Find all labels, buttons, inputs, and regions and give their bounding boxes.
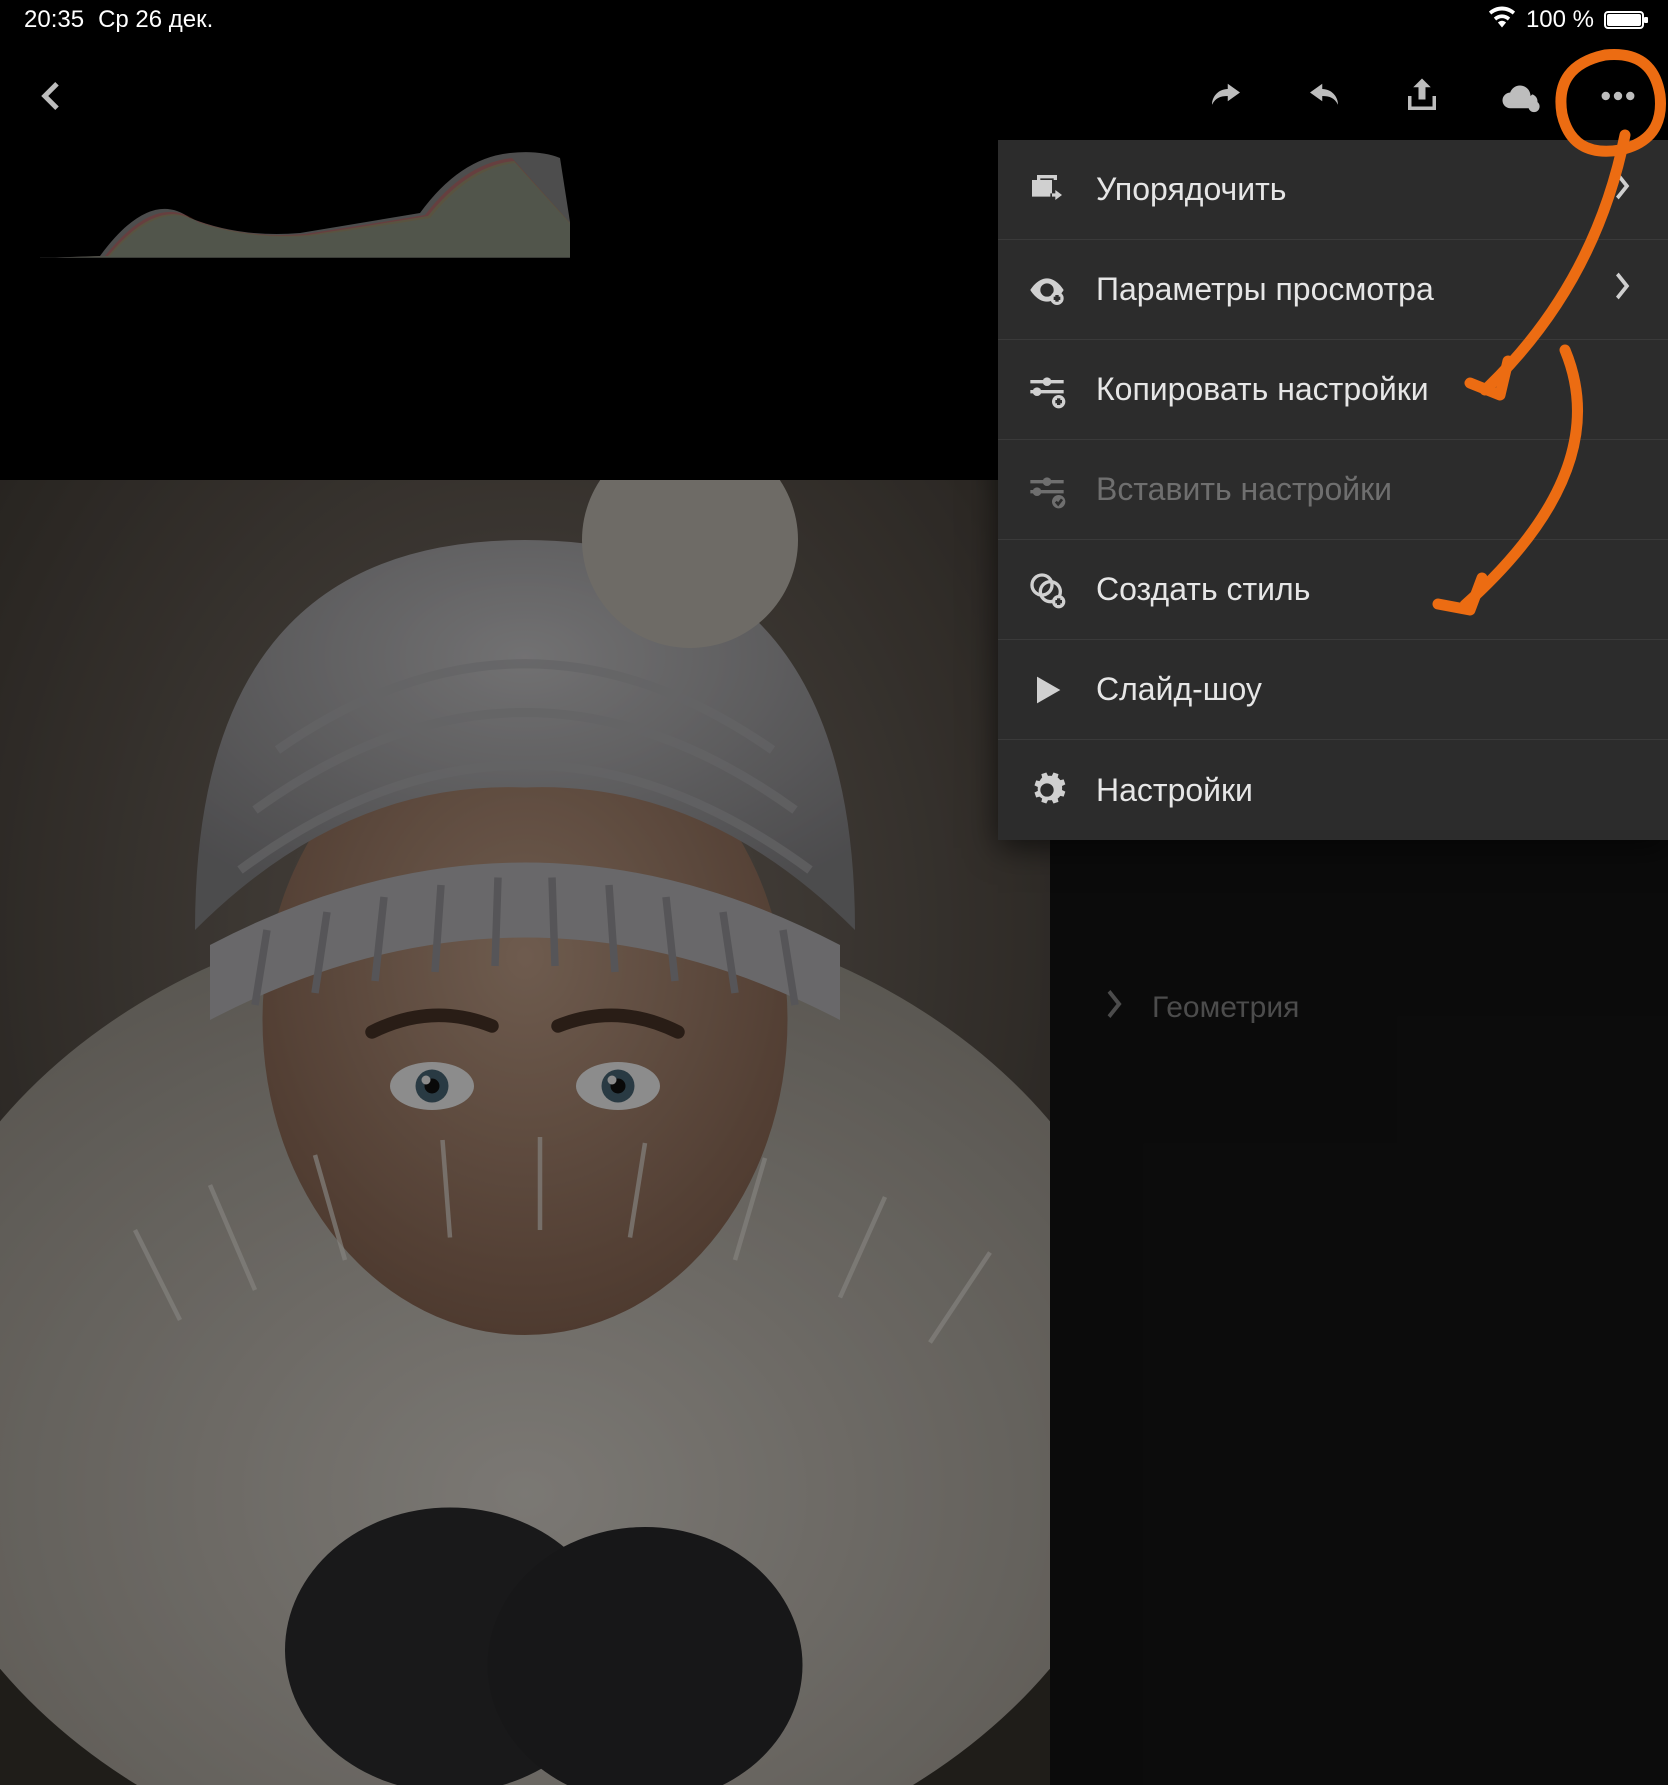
battery-percent: 100 % — [1526, 6, 1594, 34]
menu-item-label: Слайд-шоу — [1096, 671, 1632, 708]
share-button[interactable] — [1396, 70, 1448, 122]
menu-item-label: Параметры просмотра — [1096, 271, 1616, 308]
menu-item-settings[interactable]: Настройки — [998, 740, 1668, 840]
view-options-icon — [1026, 269, 1068, 311]
menu-item-label: Копировать настройки — [1096, 371, 1632, 408]
status-time: 20:35 — [24, 6, 84, 34]
panel-section-geometry[interactable]: Геометрия — [1050, 960, 1668, 1056]
more-button[interactable] — [1592, 70, 1644, 122]
menu-item-label: Упорядочить — [1096, 171, 1616, 208]
app-toolbar — [0, 56, 1668, 136]
create-preset-icon — [1026, 569, 1068, 611]
menu-item-create-preset[interactable]: Создать стиль — [998, 540, 1668, 640]
sliders-copy-icon — [1026, 369, 1068, 411]
panel-section-label: Геометрия — [1152, 991, 1299, 1025]
more-dropdown: Упорядочить Параметры просмотра Копирова… — [998, 140, 1668, 840]
play-icon — [1026, 669, 1068, 711]
chevron-right-icon — [1106, 990, 1126, 1026]
gear-icon — [1026, 769, 1068, 811]
battery-icon — [1604, 11, 1644, 29]
menu-item-label: Создать стиль — [1096, 571, 1632, 608]
menu-item-label: Настройки — [1096, 772, 1632, 809]
undo-button[interactable] — [1298, 70, 1350, 122]
photo-preview[interactable] — [0, 480, 1050, 1785]
menu-item-paste-settings: Вставить настройки — [998, 440, 1668, 540]
wifi-icon — [1488, 6, 1516, 35]
redo-button[interactable] — [1200, 70, 1252, 122]
chevron-right-icon — [1616, 171, 1632, 208]
menu-item-copy-settings[interactable]: Копировать настройки — [998, 340, 1668, 440]
histogram — [40, 138, 570, 258]
sliders-paste-icon — [1026, 469, 1068, 511]
menu-item-organize[interactable]: Упорядочить — [998, 140, 1668, 240]
organize-icon — [1026, 169, 1068, 211]
menu-item-slideshow[interactable]: Слайд-шоу — [998, 640, 1668, 740]
back-button[interactable] — [24, 70, 76, 122]
status-date: Ср 26 дек. — [98, 6, 213, 34]
status-bar: 20:35 Ср 26 дек. 100 % — [0, 0, 1668, 40]
menu-item-label: Вставить настройки — [1096, 471, 1632, 508]
menu-item-view-options[interactable]: Параметры просмотра — [998, 240, 1668, 340]
chevron-right-icon — [1616, 271, 1632, 308]
cloud-sync-button[interactable] — [1494, 70, 1546, 122]
